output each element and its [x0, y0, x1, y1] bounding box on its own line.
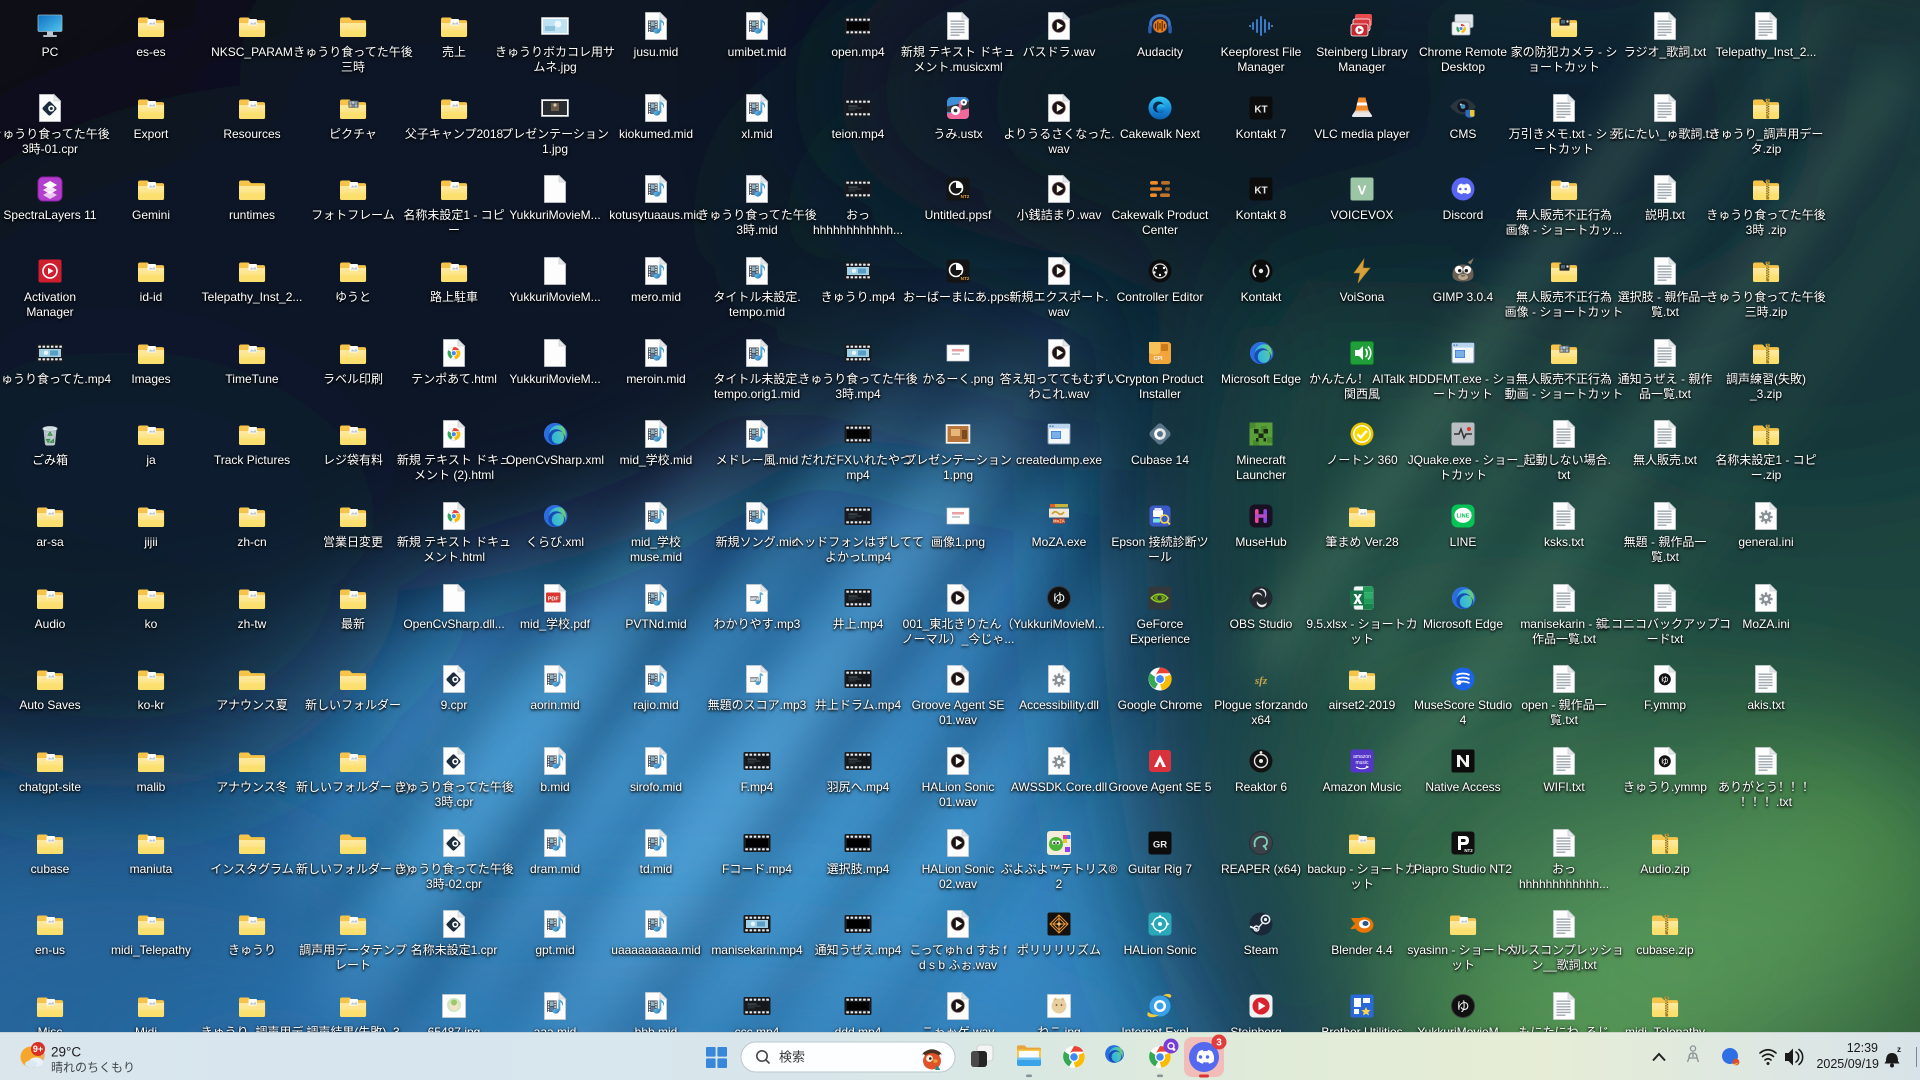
- svg-text:3: 3: [1216, 1038, 1222, 1049]
- svg-text:2025/09/19: 2025/09/19: [1816, 1057, 1879, 1071]
- svg-text:12:39: 12:39: [1847, 1041, 1878, 1055]
- svg-text:検索: 検索: [779, 1050, 805, 1065]
- svg-text:z: z: [1897, 1045, 1901, 1054]
- svg-text:29°C: 29°C: [51, 1045, 81, 1060]
- svg-text:9+: 9+: [33, 1044, 43, 1054]
- svg-text:晴れのちくもり: 晴れのちくもり: [51, 1061, 135, 1075]
